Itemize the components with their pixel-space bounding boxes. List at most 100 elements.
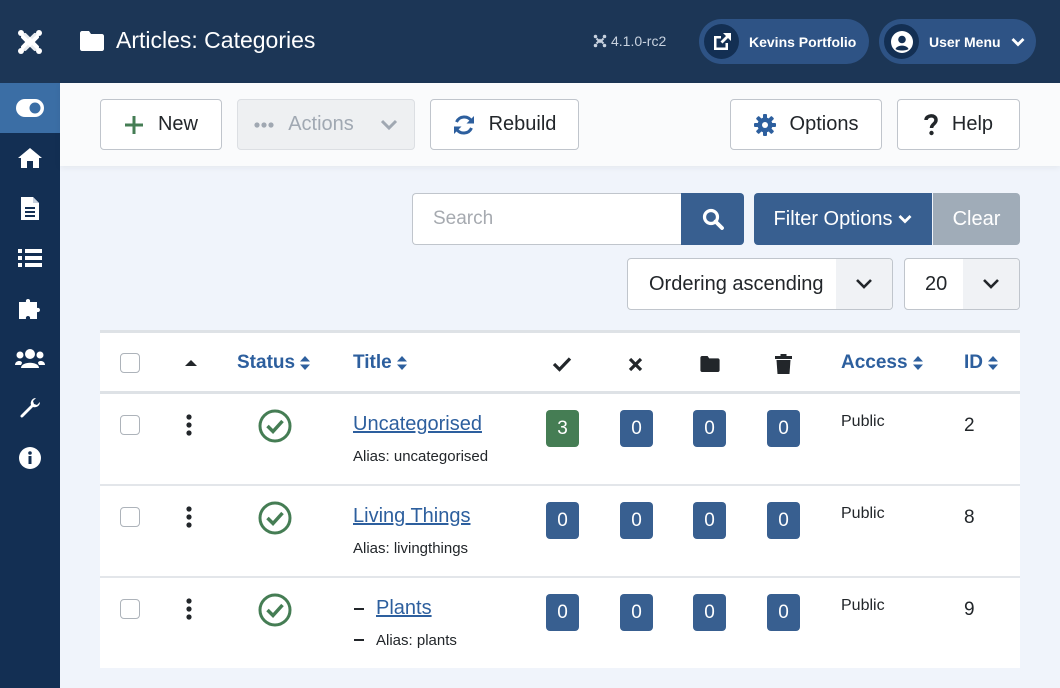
home-icon [18,148,42,168]
chevron-down-icon [380,119,397,130]
site-link-button[interactable]: Kevins Portfolio [699,19,869,64]
sync-icon [453,114,474,135]
ordering-select[interactable]: Ordering ascending [627,258,893,310]
user-menu-label: User Menu [929,33,1001,50]
chevron-down-icon [898,215,912,224]
sidebar-item-home[interactable] [0,133,60,183]
new-label: New [157,113,198,135]
question-icon [924,113,938,135]
access-header-label: Access [841,352,908,373]
unpublished-times-icon[interactable] [628,357,643,372]
published-count-badge[interactable]: 0 [546,502,579,539]
search-group [412,193,744,245]
sort-title-header[interactable]: Title [353,352,408,374]
header: Articles: Categories 4.1.0-rc2 Kevins Po… [60,0,1060,83]
archived-count: 0 [704,417,715,439]
list-limit-caret [963,259,1019,309]
search-button[interactable] [681,193,744,245]
trashed-count-badge[interactable]: 0 [767,594,800,631]
trashed-count-badge[interactable]: 0 [767,410,800,447]
sidebar-item-menus[interactable] [0,233,60,283]
category-id: 9 [964,599,975,620]
options-label: Options [789,113,859,135]
unpublished-count: 0 [631,601,642,623]
archived-count: 0 [704,601,715,623]
user-avatar [884,24,919,59]
row-checkbox[interactable] [120,507,140,527]
category-title-link[interactable]: Uncategorised [353,413,482,436]
joomla-small-icon [593,34,607,48]
joomla-logo-icon [18,29,42,54]
row-checkbox[interactable] [120,415,140,435]
archived-count: 0 [704,509,715,531]
table-row: Plants Alias: plants 0 0 0 0 Public 9 [100,578,1020,668]
help-button[interactable]: Help [897,99,1020,150]
unpublished-count: 0 [631,509,642,531]
drag-handle-icon[interactable] [186,598,192,620]
page-title-text: Articles: Categories [116,27,316,53]
ordering-caret [836,259,892,309]
category-alias: Alias: uncategorised [353,448,489,465]
search-input[interactable] [412,193,681,245]
trashed-count: 0 [778,509,789,531]
list-limit-select[interactable]: 20 [904,258,1020,310]
sort-up-icon[interactable] [185,359,197,367]
categories-table: Status Title Access ID Uncategorised Ali… [100,330,1020,668]
published-status-icon[interactable] [258,501,292,535]
puzzle-icon [19,299,40,319]
category-title-link[interactable]: Plants [376,597,432,620]
check-all-checkbox[interactable] [120,353,140,373]
unpublished-count-badge[interactable]: 0 [620,594,653,631]
trashed-count: 0 [778,601,789,623]
sidebar [0,0,60,688]
list-icon [18,249,42,267]
archived-count-badge[interactable]: 0 [693,410,726,447]
archived-folder-icon[interactable] [700,356,720,372]
rebuild-label: Rebuild [488,113,557,135]
sort-status-header[interactable]: Status [237,352,311,374]
rebuild-button[interactable]: Rebuild [430,99,579,150]
sidebar-item-content[interactable] [0,183,60,233]
published-count-badge[interactable]: 3 [546,410,579,447]
new-button[interactable]: New [100,99,222,150]
published-status-icon[interactable] [258,409,292,443]
actions-dropdown[interactable]: Actions [237,99,415,150]
sidebar-item-users[interactable] [0,333,60,383]
user-menu-button[interactable]: User Menu [879,19,1036,64]
published-check-icon[interactable] [552,356,572,372]
chevron-down-icon [983,279,999,289]
file-icon [21,196,39,220]
archived-count-badge[interactable]: 0 [693,594,726,631]
sidebar-item-system[interactable] [0,383,60,433]
joomla-logo[interactable] [0,0,60,83]
access-level: Public [841,597,885,614]
plus-icon [124,115,143,134]
unpublished-count-badge[interactable]: 0 [620,410,653,447]
table-row: Uncategorised Alias: uncategorised 3 0 0… [100,394,1020,486]
status-header-label: Status [237,352,296,373]
clear-button[interactable]: Clear [933,193,1020,245]
drag-handle-icon[interactable] [186,414,192,436]
row-checkbox[interactable] [120,599,140,619]
id-header-label: ID [964,352,983,373]
sidebar-item-components[interactable] [0,283,60,333]
table-row: Living Things Alias: livingthings 0 0 0 … [100,486,1020,578]
options-button[interactable]: Options [730,99,882,150]
published-count-badge[interactable]: 0 [546,594,579,631]
site-link-label: Kevins Portfolio [749,33,857,50]
archived-count-badge[interactable]: 0 [693,502,726,539]
sort-id-header[interactable]: ID [964,352,999,374]
filter-options-button[interactable]: Filter Options [754,193,932,245]
trashed-trash-icon[interactable] [775,354,792,374]
category-title-link[interactable]: Living Things [353,505,470,528]
sort-access-header[interactable]: Access [841,352,924,374]
unpublished-count-badge[interactable]: 0 [620,502,653,539]
sidebar-item-toggle-menu[interactable] [0,83,60,133]
ordering-value: Ordering ascending [649,272,824,295]
trashed-count-badge[interactable]: 0 [767,502,800,539]
sidebar-item-help[interactable] [0,433,60,483]
drag-handle-icon[interactable] [186,506,192,528]
gear-icon [753,113,776,136]
published-status-icon[interactable] [258,593,292,627]
sort-icon [300,356,311,370]
